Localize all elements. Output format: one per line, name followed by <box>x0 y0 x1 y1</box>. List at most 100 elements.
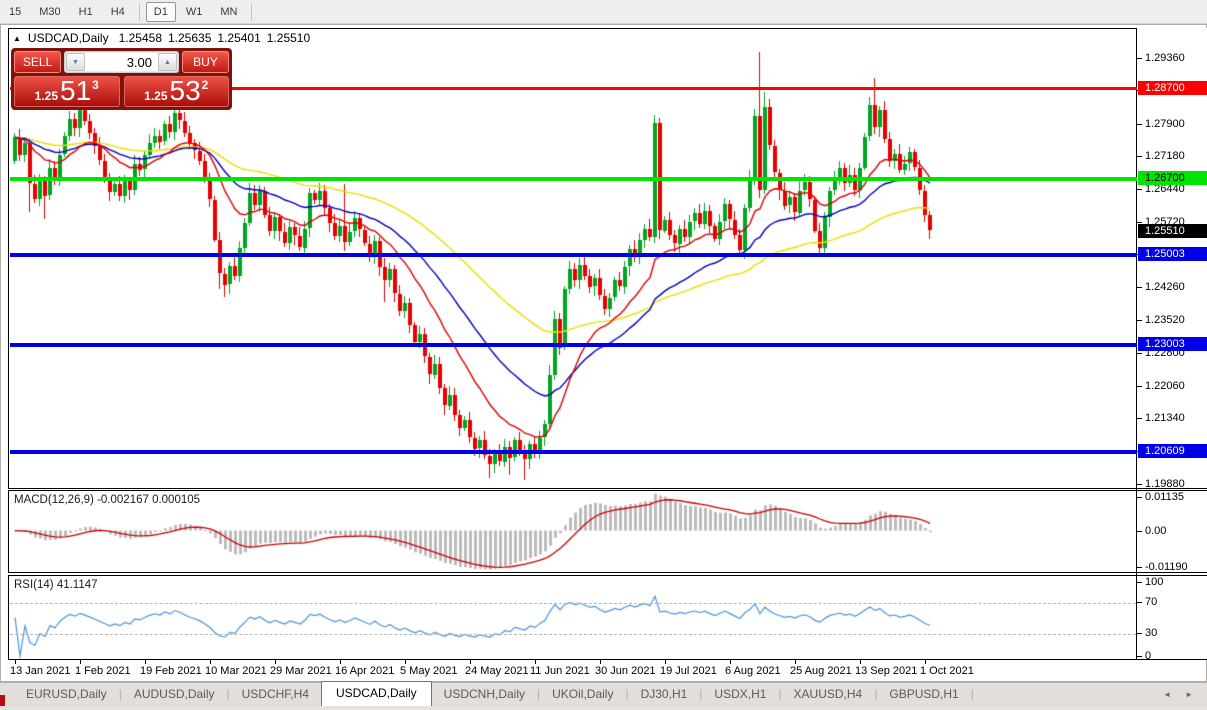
timeframe-button-d1[interactable]: D1 <box>146 2 176 22</box>
price-tick-label: 1.27900 <box>1145 117 1185 131</box>
one-click-trade-panel: SELL ▼ ▲ BUY 1.25 51 3 1.25 53 2 <box>11 48 232 110</box>
macd-indicator-label: MACD(12,26,9) -0.002167 0.000105 <box>14 494 200 506</box>
rsi-pane <box>8 575 1137 660</box>
support-resistance-line[interactable] <box>10 177 1137 181</box>
date-tick-label: 16 Apr 2021 <box>335 665 394 677</box>
toolbar-separator <box>139 3 140 21</box>
price-tick <box>1137 582 1142 583</box>
price-tick-label: 30 <box>1145 626 1157 640</box>
price-tick-label: 0 <box>1145 649 1151 663</box>
tabs-scroll-right-button[interactable]: ► <box>1185 690 1193 699</box>
rsi-indicator-label: RSI(14) 41.1147 <box>14 579 98 591</box>
chart-symbol-label: USDCAD,Daily <box>28 31 109 45</box>
date-tick-label: 30 Jun 2021 <box>595 665 656 677</box>
volume-input[interactable] <box>85 53 158 71</box>
date-tick-label: 11 Jun 2021 <box>530 665 590 677</box>
sell-price-button[interactable]: 1.25 51 3 <box>14 76 120 107</box>
price-tick <box>1137 287 1142 288</box>
buy-price-big: 53 <box>170 78 201 104</box>
price-tick <box>1137 633 1142 634</box>
chart-tab-usdcad[interactable]: USDCAD,Daily <box>321 681 432 706</box>
date-tick-label: 1 Feb 2021 <box>75 665 131 677</box>
buy-price-prefix: 1.25 <box>144 88 167 104</box>
timeframe-button-w1[interactable]: W1 <box>178 2 211 22</box>
price-tick-label: 1.27180 <box>1145 149 1185 163</box>
timeframe-button-h4[interactable]: H4 <box>103 2 133 22</box>
price-tick-label: 1.23520 <box>1145 313 1185 327</box>
price-tick <box>1137 353 1142 354</box>
volume-stepper: ▼ ▲ <box>64 51 179 73</box>
price-tick-label: 1.24260 <box>1145 280 1185 294</box>
support-resistance-line[interactable] <box>10 450 1137 454</box>
volume-decrease-button[interactable]: ▼ <box>66 53 85 71</box>
buy-price-button[interactable]: 1.25 53 2 <box>124 76 230 107</box>
date-tick <box>470 660 471 664</box>
price-tick <box>1137 189 1142 190</box>
date-tick-label: 29 Mar 2021 <box>270 665 332 677</box>
timeframe-button-m30[interactable]: M30 <box>31 2 68 22</box>
price-tick <box>1137 320 1142 321</box>
date-tick-label: 13 Jan 2021 <box>10 665 71 677</box>
date-tick-label: 25 Aug 2021 <box>790 665 852 677</box>
timeframe-button-h1[interactable]: H1 <box>71 2 101 22</box>
sell-price-big: 51 <box>60 78 91 104</box>
date-tick <box>340 660 341 664</box>
chart-tab-dj30[interactable]: DJ30,H1 <box>629 683 700 706</box>
sell-button[interactable]: SELL <box>14 51 61 73</box>
current-price-tag: 1.25510 <box>1138 224 1207 238</box>
price-tick <box>1137 156 1142 157</box>
price-tick <box>1137 531 1142 532</box>
ohlc-low: 1.25401 <box>217 31 260 45</box>
pane-separator <box>1137 575 1207 576</box>
price-tick <box>1137 656 1142 657</box>
chart-window: ▲USDCAD,Daily1.254581.256351.254011.2551… <box>0 24 1207 682</box>
rsi-canvas[interactable] <box>9 576 1136 659</box>
date-tick <box>730 660 731 664</box>
chart-tab-usdchf[interactable]: USDCHF,H4 <box>230 683 321 706</box>
timeframe-toolbar: 15M30H1H4 D1W1MN <box>0 0 1207 24</box>
pane-separator <box>1137 659 1207 660</box>
support-resistance-line[interactable] <box>10 343 1137 347</box>
chart-tab-usdx[interactable]: USDX,H1 <box>702 683 778 706</box>
date-tick-label: 1 Oct 2021 <box>920 665 974 677</box>
price-tick-label: 1.21340 <box>1145 411 1185 425</box>
level-price-tag: 1.25003 <box>1138 247 1207 261</box>
volume-increase-button[interactable]: ▲ <box>158 53 177 71</box>
chart-tab-gbpusd[interactable]: GBPUSD,H1 <box>877 683 970 706</box>
level-price-tag: 1.20609 <box>1138 444 1207 458</box>
date-tick <box>795 660 796 664</box>
price-tick-label: 1.22060 <box>1145 379 1185 393</box>
chart-ohlc-header: ▲USDCAD,Daily1.254581.256351.254011.2551… <box>13 31 316 45</box>
chart-tab-eurusd[interactable]: EURUSD,Daily <box>14 683 119 706</box>
chart-tab-xauusd[interactable]: XAUUSD,H4 <box>782 683 875 706</box>
date-tick <box>665 660 666 664</box>
date-tick <box>210 660 211 664</box>
date-tick-label: 19 Jul 2021 <box>660 665 717 677</box>
pane-separator <box>1137 488 1207 489</box>
sell-price-sup: 3 <box>92 78 99 92</box>
date-tick <box>535 660 536 664</box>
date-tick <box>145 660 146 664</box>
date-tick-label: 10 Mar 2021 <box>205 665 267 677</box>
date-tick <box>600 660 601 664</box>
date-tick-label: 24 May 2021 <box>465 665 529 677</box>
date-tick-label: 19 Feb 2021 <box>140 665 202 677</box>
tabs-scroll-left-button[interactable]: ◄ <box>1163 690 1171 699</box>
chart-tab-audusd[interactable]: AUDUSD,Daily <box>122 683 227 706</box>
price-tick <box>1137 602 1142 603</box>
toolbar-separator <box>251 3 252 21</box>
timeframe-button-15[interactable]: 15 <box>1 2 29 22</box>
buy-button[interactable]: BUY <box>182 51 229 73</box>
date-tick <box>405 660 406 664</box>
level-price-tag: 1.26700 <box>1138 171 1207 185</box>
price-tick-label: 100 <box>1145 575 1163 589</box>
collapse-trade-panel-icon[interactable]: ▲ <box>13 34 21 43</box>
ohlc-close: 1.25510 <box>267 31 310 45</box>
date-tick <box>80 660 81 664</box>
date-tick <box>15 660 16 664</box>
chart-tab-ukoil[interactable]: UKOil,Daily <box>540 683 625 706</box>
price-tick <box>1137 418 1142 419</box>
support-resistance-line[interactable] <box>10 253 1137 257</box>
chart-tab-usdcnh[interactable]: USDCNH,Daily <box>432 683 537 706</box>
timeframe-button-mn[interactable]: MN <box>212 2 245 22</box>
